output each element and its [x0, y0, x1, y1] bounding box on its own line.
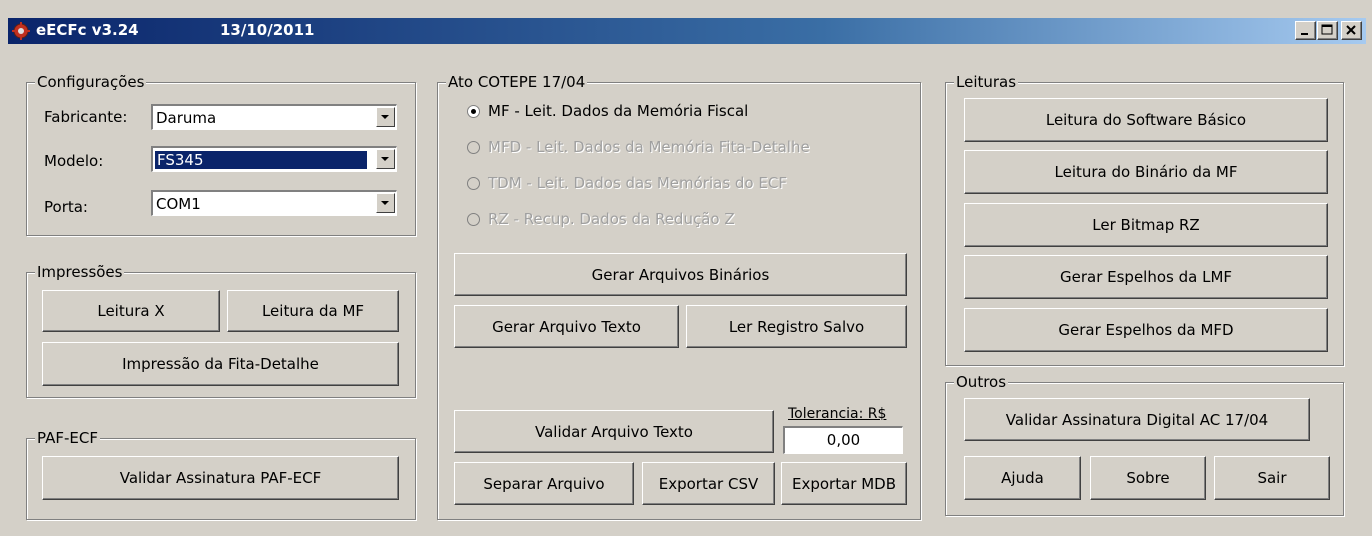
modelo-select[interactable]: FS345 — [151, 146, 397, 172]
leituras-legend: Leituras — [954, 73, 1019, 91]
fabricante-label: Fabricante: — [44, 108, 128, 126]
ler-registro-button[interactable]: Ler Registro Salvo — [686, 305, 907, 348]
paf-legend: PAF-ECF — [35, 429, 100, 447]
fabricante-select[interactable]: Daruma — [151, 104, 397, 130]
sair-button[interactable]: Sair — [1214, 456, 1330, 500]
outros-legend: Outros — [954, 373, 1009, 391]
validar-texto-button[interactable]: Validar Arquivo Texto — [454, 410, 774, 453]
exportar-csv-button[interactable]: Exportar CSV — [642, 462, 775, 505]
validar-paf-button[interactable]: Validar Assinatura PAF-ECF — [42, 456, 399, 500]
modelo-dropdown-button[interactable] — [376, 149, 395, 169]
espelhos-lmf-button[interactable]: Gerar Espelhos da LMF — [964, 255, 1328, 299]
tolerancia-input[interactable]: 0,00 — [783, 426, 903, 454]
modelo-label: Modelo: — [44, 152, 104, 170]
separar-button[interactable]: Separar Arquivo — [454, 462, 634, 505]
chevron-down-icon — [381, 201, 389, 205]
leitura-mf-button[interactable]: Leitura da MF — [227, 290, 399, 332]
espelhos-mfd-button[interactable]: Gerar Espelhos da MFD — [964, 308, 1328, 352]
fabricante-value: Daruma — [156, 109, 217, 127]
software-basico-button[interactable]: Leitura do Software Básico — [964, 98, 1328, 142]
config-legend: Configurações — [35, 73, 147, 91]
radio-mfd-indicator — [467, 140, 480, 154]
modelo-value: FS345 — [154, 150, 368, 170]
validar-ac-button[interactable]: Validar Assinatura Digital AC 17/04 — [964, 398, 1310, 441]
radio-tdm-label: TDM - Leit. Dados das Memórias do ECF — [488, 174, 787, 192]
fita-detalhe-button[interactable]: Impressão da Fita-Detalhe — [42, 342, 399, 386]
radio-rz-label: RZ - Recup. Dados da Redução Z — [488, 210, 735, 228]
maximize-icon — [1321, 24, 1333, 35]
radio-rz: RZ - Recup. Dados da Redução Z — [467, 210, 735, 228]
radio-mfd-label: MFD - Leit. Dados da Memória Fita-Detalh… — [488, 138, 810, 156]
window-title: eECFc v3.24 — [36, 21, 139, 39]
gerar-binarios-button[interactable]: Gerar Arquivos Binários — [454, 253, 907, 296]
chevron-down-icon — [381, 157, 389, 161]
fabricante-dropdown-button[interactable] — [376, 107, 395, 127]
chevron-down-icon — [381, 115, 389, 119]
porta-value: COM1 — [156, 195, 201, 213]
ajuda-button[interactable]: Ajuda — [964, 456, 1081, 500]
minimize-icon — [1301, 33, 1308, 35]
radio-mf[interactable]: MF - Leit. Dados da Memória Fiscal — [467, 102, 748, 120]
radio-rz-indicator — [467, 212, 480, 226]
close-button[interactable] — [1341, 21, 1362, 40]
radio-tdm: TDM - Leit. Dados das Memórias do ECF — [467, 174, 787, 192]
exportar-mdb-button[interactable]: Exportar MDB — [781, 462, 907, 505]
ato-cotepe-legend: Ato COTEPE 17/04 — [446, 73, 588, 91]
porta-select[interactable]: COM1 — [151, 190, 397, 216]
maximize-button[interactable] — [1317, 21, 1338, 40]
window-date: 13/10/2011 — [220, 21, 315, 39]
main-window: eECFc v3.24 13/10/2011 Configurações Fab… — [0, 0, 1372, 536]
leitura-x-button[interactable]: Leitura X — [42, 290, 220, 332]
minimize-button[interactable] — [1295, 21, 1316, 40]
radio-tdm-indicator — [467, 176, 480, 190]
radio-mfd: MFD - Leit. Dados da Memória Fita-Detalh… — [467, 138, 810, 156]
gerar-texto-button[interactable]: Gerar Arquivo Texto — [454, 305, 679, 348]
porta-dropdown-button[interactable] — [376, 193, 395, 213]
sobre-button[interactable]: Sobre — [1090, 456, 1206, 500]
bitmap-rz-button[interactable]: Ler Bitmap RZ — [964, 203, 1328, 247]
title-bar[interactable]: eECFc v3.24 13/10/2011 — [8, 18, 1366, 44]
app-gear-icon — [12, 22, 30, 40]
close-icon — [1346, 25, 1356, 35]
radio-mf-indicator — [467, 104, 480, 118]
porta-label: Porta: — [44, 198, 88, 216]
binario-mf-button[interactable]: Leitura do Binário da MF — [964, 150, 1328, 194]
tolerancia-label: Tolerancia: R$ — [788, 406, 887, 422]
impressoes-legend: Impressões — [35, 263, 125, 281]
radio-mf-label: MF - Leit. Dados da Memória Fiscal — [488, 102, 749, 120]
